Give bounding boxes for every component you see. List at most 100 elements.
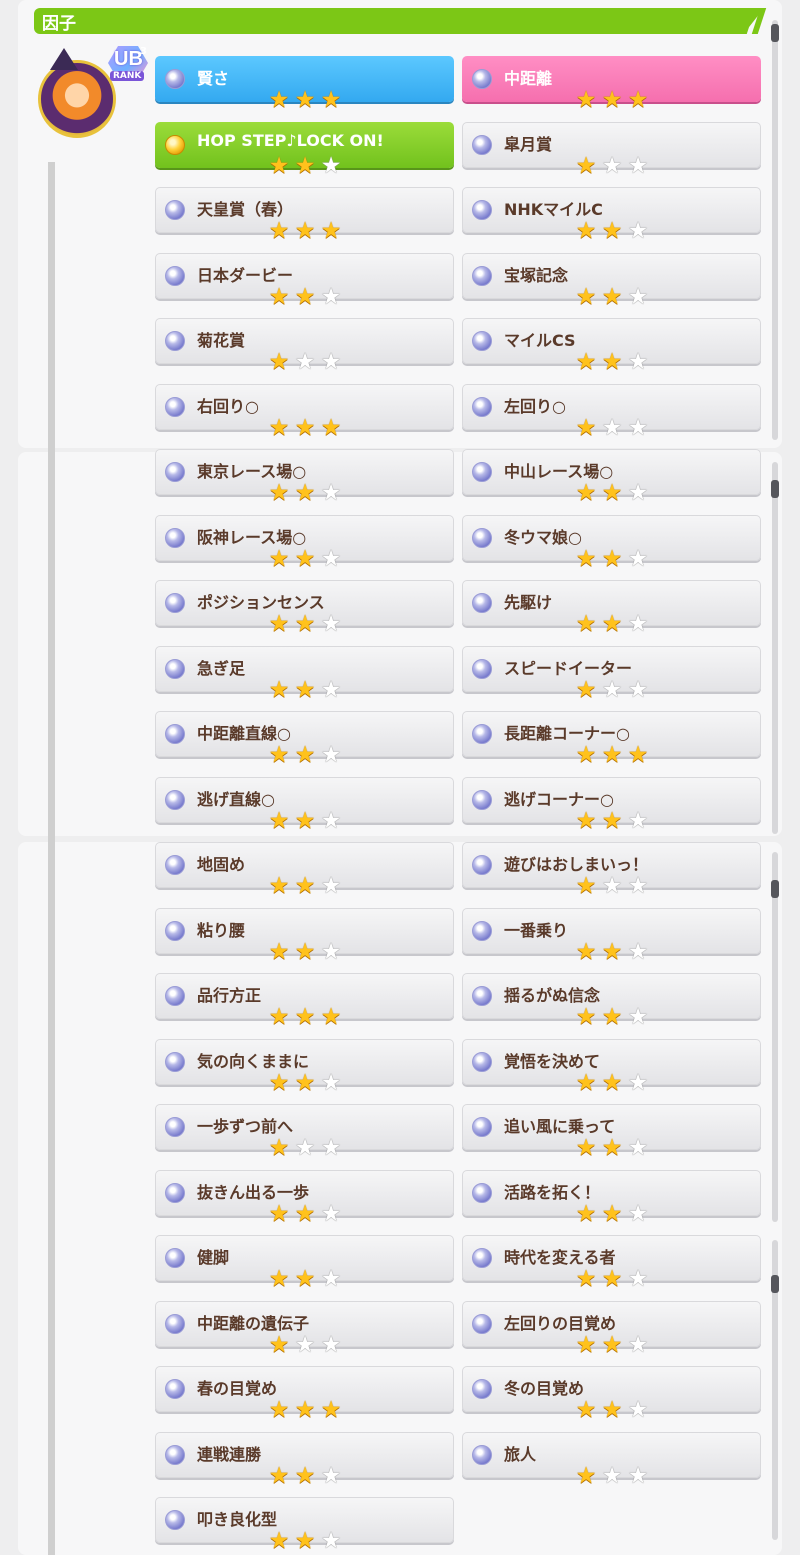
factor-gem-icon — [472, 1117, 492, 1137]
factor-label: 中距離直線○ — [197, 724, 291, 743]
star-filled-icon: ★ — [575, 349, 597, 375]
factor-chip[interactable]: 揺るがぬ信念 ★ ★ ★ — [462, 973, 761, 1029]
factor-label: スピードイーター — [504, 659, 633, 678]
factor-chip[interactable]: 右回り○ ★ ★ ★ — [155, 384, 454, 440]
scrollbar-thumb[interactable] — [771, 880, 779, 898]
star-empty-icon: ★ — [320, 742, 342, 768]
factor-gem-icon — [472, 1379, 492, 1399]
factor-chip[interactable]: 品行方正 ★ ★ ★ — [155, 973, 454, 1029]
star-filled-icon: ★ — [294, 1463, 316, 1489]
star-empty-icon: ★ — [627, 546, 649, 572]
star-filled-icon: ★ — [294, 742, 316, 768]
star-rating: ★ ★ ★ — [573, 1267, 651, 1291]
factor-chip[interactable]: 時代を変える者 ★ ★ ★ — [462, 1235, 761, 1291]
factor-chip[interactable]: スピードイーター ★ ★ ★ — [462, 646, 761, 702]
factor-label: 気の向くままに — [197, 1052, 310, 1071]
star-filled-icon: ★ — [268, 1266, 290, 1292]
factor-gem-icon — [165, 462, 185, 482]
factor-chip[interactable]: マイルCS ★ ★ ★ — [462, 318, 761, 374]
factor-chip[interactable]: 地固め ★ ★ ★ — [155, 842, 454, 898]
scrollbar[interactable] — [771, 20, 779, 440]
star-filled-icon: ★ — [575, 1201, 597, 1227]
factor-chip[interactable]: 中山レース場○ ★ ★ ★ — [462, 449, 761, 505]
factor-chip[interactable]: 旅人 ★ ★ ★ — [462, 1432, 761, 1488]
factor-chip[interactable]: 逃げコーナー○ ★ ★ ★ — [462, 777, 761, 833]
factor-chip[interactable]: 冬の目覚め ★ ★ ★ — [462, 1366, 761, 1422]
factor-chip[interactable]: 春の目覚め ★ ★ ★ — [155, 1366, 454, 1422]
factor-chip[interactable]: HOP STEP♪LOCK ON! ★ ★ ★ — [155, 122, 454, 178]
scrollbar[interactable] — [771, 462, 779, 834]
scrollbar-thumb[interactable] — [771, 1275, 779, 1293]
star-empty-icon: ★ — [627, 349, 649, 375]
scrollbar[interactable] — [771, 852, 779, 1222]
factor-chip[interactable]: 覚悟を決めて ★ ★ ★ — [462, 1039, 761, 1095]
factor-chip[interactable]: 左回り○ ★ ★ ★ — [462, 384, 761, 440]
factor-chip[interactable]: 追い風に乗って ★ ★ ★ — [462, 1104, 761, 1160]
factor-chip[interactable]: 中距離直線○ ★ ★ ★ — [155, 711, 454, 767]
star-rating: ★ ★ ★ — [266, 1267, 344, 1291]
star-empty-icon: ★ — [320, 939, 342, 965]
star-rating: ★ ★ ★ — [573, 350, 651, 374]
factor-chip[interactable]: 一歩ずつ前へ ★ ★ ★ — [155, 1104, 454, 1160]
factor-chip[interactable]: 左回りの目覚め ★ ★ ★ — [462, 1301, 761, 1357]
factor-chip[interactable]: 連戦連勝 ★ ★ ★ — [155, 1432, 454, 1488]
factor-chip[interactable]: 長距離コーナー○ ★ ★ ★ — [462, 711, 761, 767]
factor-label: 中山レース場○ — [504, 462, 614, 481]
star-rating: ★ ★ ★ — [266, 809, 344, 833]
star-rating: ★ ★ ★ — [266, 678, 344, 702]
factor-gem-icon — [472, 855, 492, 875]
factor-chip[interactable]: 健脚 ★ ★ ★ — [155, 1235, 454, 1291]
star-rating: ★ ★ ★ — [573, 612, 651, 636]
factor-label: HOP STEP♪LOCK ON! — [197, 131, 384, 150]
section-title: 因子 — [42, 14, 76, 34]
factor-chip[interactable]: 叩き良化型 ★ ★ ★ — [155, 1497, 454, 1553]
factor-label: 地固め — [197, 855, 246, 874]
factor-chip[interactable]: 先駆け ★ ★ ★ — [462, 580, 761, 636]
factor-chip[interactable]: NHKマイルC ★ ★ ★ — [462, 187, 761, 243]
factor-chip[interactable]: 急ぎ足 ★ ★ ★ — [155, 646, 454, 702]
star-filled-icon: ★ — [294, 677, 316, 703]
factor-chip[interactable]: 気の向くままに ★ ★ ★ — [155, 1039, 454, 1095]
star-empty-icon: ★ — [627, 415, 649, 441]
factor-chip[interactable]: 東京レース場○ ★ ★ ★ — [155, 449, 454, 505]
factor-chip[interactable]: 抜きん出る一歩 ★ ★ ★ — [155, 1170, 454, 1226]
factor-chip[interactable]: 逃げ直線○ ★ ★ ★ — [155, 777, 454, 833]
factor-label: 菊花賞 — [197, 331, 246, 350]
factor-label: 冬ウマ娘○ — [504, 528, 582, 547]
star-empty-icon: ★ — [627, 218, 649, 244]
factor-gem-icon — [472, 593, 492, 613]
scrollbar-thumb[interactable] — [771, 480, 779, 498]
scrollbar[interactable] — [771, 1240, 779, 1540]
factor-gem-icon — [472, 528, 492, 548]
factor-chip[interactable]: 日本ダービー ★ ★ ★ — [155, 253, 454, 309]
factor-chip[interactable]: 皐月賞 ★ ★ ★ — [462, 122, 761, 178]
factor-gem-icon — [472, 659, 492, 679]
star-empty-icon: ★ — [320, 546, 342, 572]
star-empty-icon: ★ — [627, 1397, 649, 1423]
scrollbar-thumb[interactable] — [771, 24, 779, 42]
star-rating: ★ ★ ★ — [266, 285, 344, 309]
star-filled-icon: ★ — [575, 873, 597, 899]
star-filled-icon: ★ — [575, 808, 597, 834]
factor-chip[interactable]: 一番乗り ★ ★ ★ — [462, 908, 761, 964]
factor-chip[interactable]: 天皇賞（春） ★ ★ ★ — [155, 187, 454, 243]
factor-label: 長距離コーナー○ — [504, 724, 630, 743]
factor-chip[interactable]: 中距離の遺伝子 ★ ★ ★ — [155, 1301, 454, 1357]
factor-chip[interactable]: 中距離 ★ ★ ★ — [462, 56, 761, 112]
star-filled-icon: ★ — [268, 1528, 290, 1554]
factor-chip[interactable]: 活路を拓く！ ★ ★ ★ — [462, 1170, 761, 1226]
factor-chip[interactable]: 遊びはおしまいっ！ ★ ★ ★ — [462, 842, 761, 898]
factor-chip[interactable]: 菊花賞 ★ ★ ★ — [155, 318, 454, 374]
factor-chip[interactable]: 宝塚記念 ★ ★ ★ — [462, 253, 761, 309]
factor-chip[interactable]: 粘り腰 ★ ★ ★ — [155, 908, 454, 964]
factor-chip[interactable]: 賢さ ★ ★ ★ — [155, 56, 454, 112]
character-avatar[interactable]: UB 3 RANK — [38, 46, 148, 162]
factor-chip[interactable]: 冬ウマ娘○ ★ ★ ★ — [462, 515, 761, 571]
star-empty-icon: ★ — [601, 1463, 623, 1489]
factor-chip[interactable]: ポジションセンス ★ ★ ★ — [155, 580, 454, 636]
factor-chip[interactable]: 阪神レース場○ ★ ★ ★ — [155, 515, 454, 571]
star-rating: ★ ★ ★ — [573, 1071, 651, 1095]
star-filled-icon: ★ — [268, 1332, 290, 1358]
star-filled-icon: ★ — [575, 480, 597, 506]
star-rating: ★ ★ ★ — [573, 88, 651, 112]
